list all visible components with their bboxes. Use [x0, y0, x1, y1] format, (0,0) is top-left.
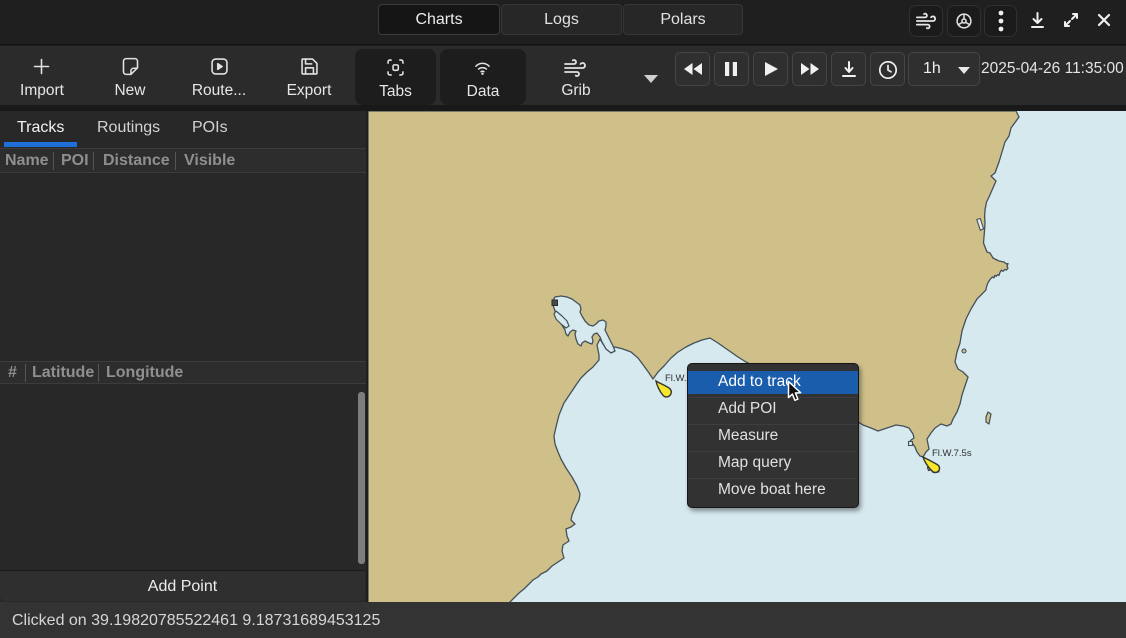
- svg-text:Fl.W.: Fl.W.: [665, 373, 687, 384]
- svg-text:Fl.W.7.5s: Fl.W.7.5s: [932, 448, 972, 459]
